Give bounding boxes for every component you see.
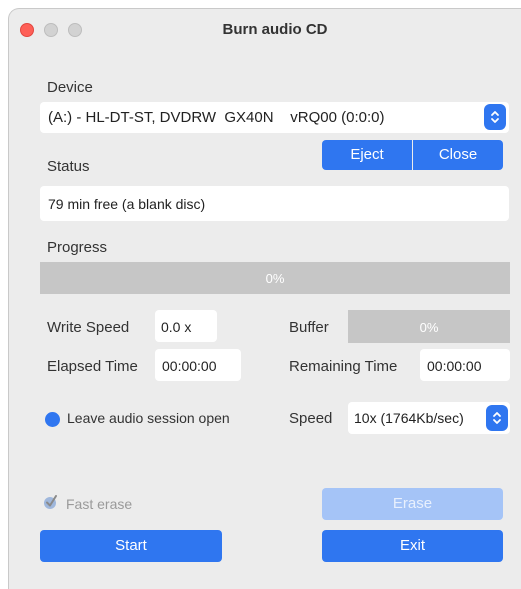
close-tray-button[interactable]: Close (413, 140, 503, 170)
leave-session-open-label[interactable]: Leave audio session open (67, 410, 230, 426)
write-speed-value: 0.0 x (155, 310, 217, 342)
updown-chevron-icon (493, 412, 501, 424)
progress-percent: 0% (265, 271, 285, 286)
erase-button[interactable]: Erase (322, 488, 503, 520)
elapsed-time-value: 00:00:00 (155, 349, 241, 381)
title-bar: Burn audio CD (9, 9, 521, 49)
exit-button[interactable]: Exit (322, 530, 503, 562)
write-speed-label: Write Speed (47, 319, 130, 336)
device-label: Device (47, 79, 93, 96)
updown-chevron-icon (491, 111, 499, 123)
buffer-percent: 0% (419, 320, 439, 335)
speed-selected-value: 10x (1764Kb/sec) (354, 410, 464, 426)
fast-erase-label: Fast erase (66, 496, 133, 512)
status-text: 79 min free (a blank disc) (40, 186, 509, 221)
speed-label: Speed (289, 410, 333, 427)
elapsed-time-label: Elapsed Time (47, 358, 138, 375)
device-select[interactable]: (A:) - HL-DT-ST, DVDRW GX40N vRQ00 (0:0:… (40, 102, 509, 133)
remaining-time-value: 00:00:00 (420, 349, 510, 381)
start-button[interactable]: Start (40, 530, 222, 562)
device-stepper[interactable] (484, 104, 506, 130)
leave-session-open-radio[interactable] (45, 412, 60, 427)
device-selected-value: (A:) - HL-DT-ST, DVDRW GX40N vRQ00 (0:0:… (48, 109, 385, 126)
eject-button[interactable]: Eject (322, 140, 412, 170)
progress-label: Progress (47, 239, 108, 256)
window-title: Burn audio CD (222, 21, 328, 38)
speed-stepper[interactable] (486, 405, 508, 431)
remaining-time-label: Remaining Time (289, 358, 398, 375)
checkmark-icon[interactable] (43, 494, 59, 510)
buffer-bar: 0% (348, 310, 510, 343)
progress-bar: 0% (40, 262, 510, 294)
burn-audio-cd-window: Burn audio CD Device (A:) - HL-DT-ST, DV… (8, 8, 521, 589)
buffer-label: Buffer (289, 319, 329, 336)
speed-select[interactable]: 10x (1764Kb/sec) (348, 402, 510, 434)
status-label: Status (47, 158, 90, 175)
